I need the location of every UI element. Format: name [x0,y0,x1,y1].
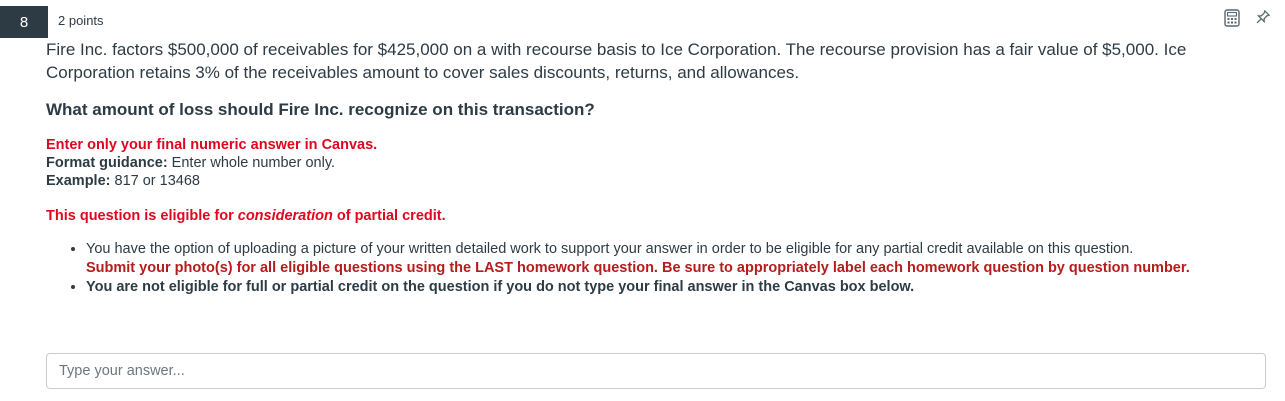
list-item: You have the option of uploading a pictu… [86,240,1269,278]
answer-input[interactable] [46,353,1266,389]
not-eligible-text: You are not eligible for full or partial… [86,279,915,295]
partial-credit-prefix: This question is eligible for [46,208,238,224]
question-stem: Fire Inc. factors $500,000 of receivable… [46,40,1187,82]
list-item: You are not eligible for full or partial… [86,278,1269,297]
submit-photo-text: Submit your photo(s) for all eligible qu… [86,260,1190,276]
pin-icon[interactable] [1253,9,1271,27]
question-tools [1223,9,1271,27]
format-guidance: Format guidance: Enter whole number only… [46,154,1269,172]
question-content: Fire Inc. factors $500,000 of receivable… [46,38,1269,297]
calculator-icon[interactable] [1223,9,1241,27]
question-number: 8 [19,13,29,31]
question-points: 2 points [58,13,104,28]
answer-instructions: Enter only your final numeric answer in … [46,136,1269,190]
partial-credit-emphasis: consideration [237,208,333,224]
partial-credit-list: You have the option of uploading a pictu… [46,240,1269,297]
question-prompt: What amount of loss should Fire Inc. rec… [46,100,595,119]
example-text: 817 or 13468 [110,173,200,189]
format-guidance-label: Format guidance: [46,155,168,171]
format-guidance-text: Enter whole number only. [167,155,336,171]
partial-credit-notice: This question is eligible for considerat… [46,208,1269,224]
example-label: Example: [46,173,111,189]
example: Example: 817 or 13468 [46,172,1269,190]
question-number-badge: 8 [0,6,48,38]
upload-option-text: You have the option of uploading a pictu… [86,241,1134,257]
partial-credit-suffix: of partial credit. [332,208,446,224]
final-answer-instruction: Enter only your final numeric answer in … [46,137,378,153]
